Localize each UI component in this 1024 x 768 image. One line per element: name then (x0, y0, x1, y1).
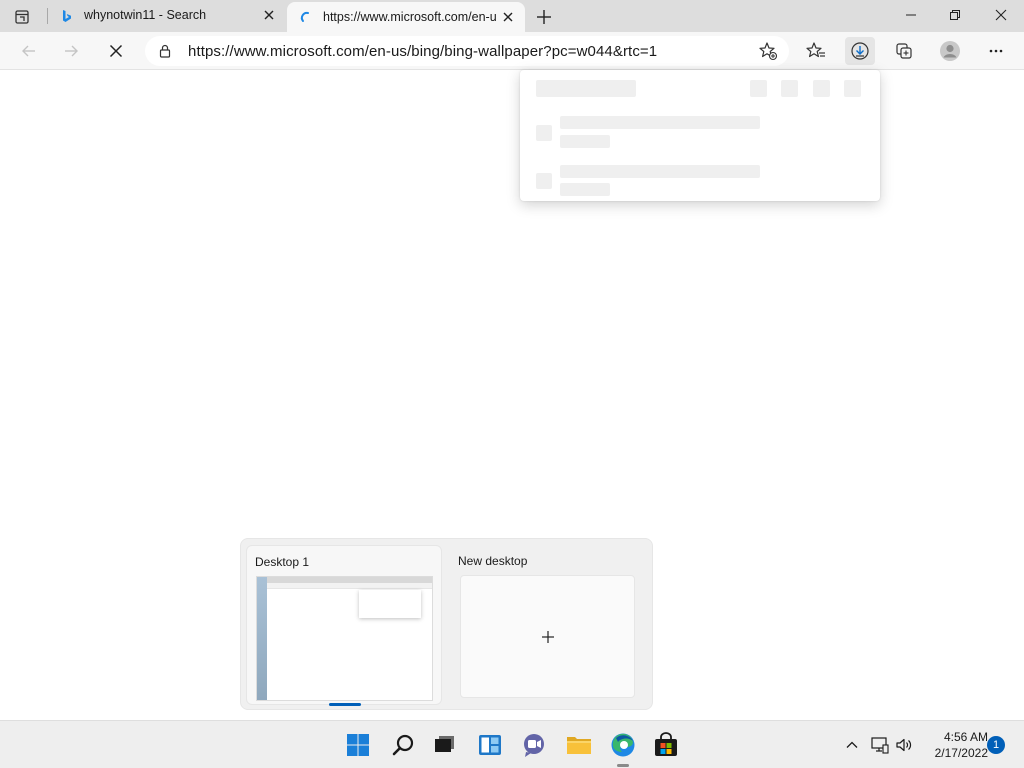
speaker-icon (896, 738, 912, 752)
tab-actions-button[interactable] (8, 6, 36, 28)
clock-time: 4:56 AM (943, 730, 988, 744)
network-button[interactable] (868, 733, 892, 757)
minimize-button[interactable] (888, 0, 934, 30)
stop-icon (109, 44, 123, 58)
settings-more-button[interactable] (981, 37, 1011, 65)
thumbnail-wallpaper-edge (257, 577, 267, 700)
downloads-title-placeholder (536, 80, 636, 97)
close-tab-icon[interactable] (262, 8, 276, 22)
thumbnail-toolbar (257, 583, 432, 589)
file-icon-placeholder (536, 173, 552, 189)
collections-icon (896, 43, 912, 59)
file-name-placeholder (560, 116, 760, 129)
stop-loading-button[interactable] (101, 37, 131, 65)
avatar-icon (940, 41, 960, 61)
store-icon (655, 732, 677, 756)
new-desktop-button[interactable] (460, 575, 635, 698)
pin-icon-placeholder (844, 80, 861, 97)
volume-button[interactable] (892, 733, 916, 757)
desktop-label: Desktop 1 (255, 555, 310, 569)
edge-icon (611, 733, 635, 757)
collections-button[interactable] (889, 37, 919, 65)
network-icon (871, 737, 889, 754)
bing-icon (63, 10, 71, 22)
teams-chat-button[interactable] (516, 729, 552, 761)
show-hidden-icons-button[interactable] (840, 733, 864, 757)
lock-icon[interactable] (159, 44, 171, 58)
task-view-button[interactable] (426, 729, 462, 761)
file-name-placeholder (560, 165, 760, 178)
store-button[interactable] (648, 729, 684, 761)
tab-active[interactable]: https://www.microsoft.com/en-us/bing (287, 2, 525, 32)
back-button[interactable] (14, 37, 44, 65)
start-button[interactable] (340, 729, 376, 761)
task-view-desktops: Desktop 1 New desktop (240, 538, 653, 710)
more-icon-placeholder (813, 80, 830, 97)
file-icon-placeholder (536, 125, 552, 141)
search-icon (392, 734, 414, 756)
chat-icon (524, 734, 544, 757)
download-icon (851, 42, 869, 60)
desktop-1-card[interactable]: Desktop 1 (246, 545, 442, 706)
minimize-icon (906, 14, 916, 16)
edge-taskbar-button[interactable] (605, 729, 641, 767)
favorites-icon (806, 42, 825, 58)
task-view-icon (435, 736, 454, 752)
star-add-icon (759, 42, 778, 61)
more-dots-icon (989, 49, 1003, 53)
browser-toolbar: https://www.microsoft.com/en-us/bing/bin… (0, 32, 1024, 70)
windows-logo-icon (347, 734, 369, 756)
restore-icon (950, 10, 960, 20)
loading-spinner-icon (300, 11, 309, 22)
taskbar: 4:56 AM 2/17/2022 1 (0, 720, 1024, 768)
folder-icon-placeholder (750, 80, 767, 97)
back-arrow-icon (22, 45, 35, 57)
clock-button[interactable]: 4:56 AM 2/17/2022 (920, 729, 988, 761)
close-tab-icon[interactable] (501, 10, 515, 24)
address-bar[interactable]: https://www.microsoft.com/en-us/bing/bin… (145, 36, 789, 66)
widgets-icon (479, 735, 501, 755)
tab-strip: whynotwin11 - Search https://www.microso… (0, 0, 1024, 32)
profile-button[interactable] (935, 37, 965, 65)
active-desktop-indicator (329, 703, 361, 706)
file-status-placeholder (560, 183, 610, 196)
tab-actions-icon (15, 10, 29, 24)
forward-arrow-icon (65, 45, 78, 57)
add-favorite-button[interactable] (753, 37, 783, 65)
notification-badge[interactable]: 1 (987, 736, 1005, 754)
url-text[interactable]: https://www.microsoft.com/en-us/bing/bin… (188, 43, 657, 60)
folder-icon (567, 737, 591, 754)
search-icon-placeholder (781, 80, 798, 97)
close-icon (995, 9, 1007, 21)
running-indicator (617, 764, 629, 767)
chevron-up-icon (846, 741, 858, 748)
tab-search[interactable]: whynotwin11 - Search (48, 0, 286, 32)
downloads-flyout (520, 70, 880, 201)
restore-button[interactable] (932, 0, 978, 30)
new-tab-icon[interactable] (533, 6, 555, 28)
thumbnail-flyout (359, 590, 421, 618)
close-window-button[interactable] (978, 0, 1024, 30)
tab-title: https://www.microsoft.com/en-us/bing (323, 10, 497, 24)
clock-date: 2/17/2022 (934, 746, 988, 760)
new-desktop-card[interactable]: New desktop (450, 545, 646, 705)
favorites-button[interactable] (801, 37, 831, 65)
widgets-button[interactable] (472, 729, 508, 761)
tab-title: whynotwin11 - Search (84, 8, 207, 22)
file-explorer-button[interactable] (561, 729, 597, 761)
file-status-placeholder (560, 135, 610, 148)
desktop-label: New desktop (458, 554, 528, 568)
plus-icon (542, 631, 554, 643)
downloads-button[interactable] (845, 37, 875, 65)
forward-button[interactable] (56, 37, 86, 65)
desktop-thumbnail[interactable] (256, 576, 433, 701)
search-button[interactable] (385, 729, 421, 761)
